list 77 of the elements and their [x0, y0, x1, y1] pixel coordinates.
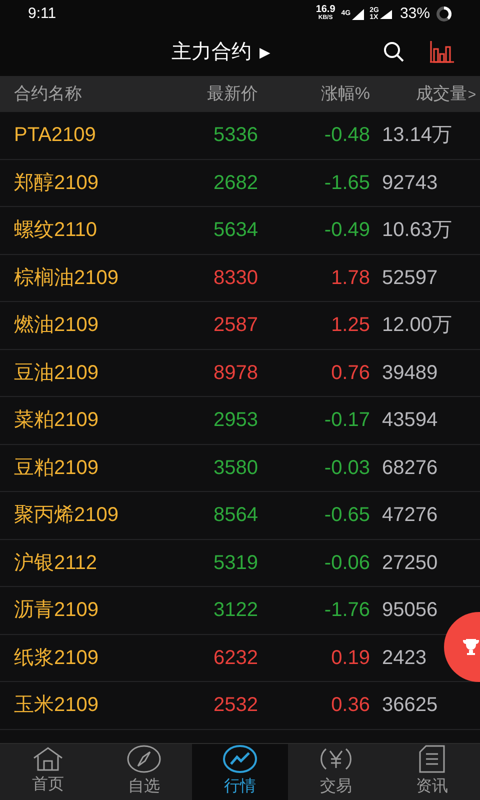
column-header[interactable]: 涨幅% — [320, 84, 370, 104]
column-header[interactable]: 成交量 — [416, 84, 467, 104]
contract-name: 沪银2112 — [14, 552, 98, 574]
volume: 52597 — [382, 266, 438, 289]
latest-price: 8978 — [214, 362, 258, 384]
contract-name: 玉米2109 — [14, 694, 98, 716]
change-percent: 1.25 — [331, 314, 370, 336]
document-icon — [419, 745, 445, 773]
contract-name: 棕榈油2109 — [14, 266, 118, 289]
latest-price: 2682 — [214, 172, 258, 194]
contract-name: 纸浆2109 — [14, 646, 98, 669]
volume: 47276 — [382, 504, 438, 526]
change-percent: -0.17 — [324, 409, 370, 432]
latest-price: 8564 — [214, 504, 258, 526]
change-percent: 0.36 — [331, 694, 370, 716]
page-title[interactable]: 主力合约 — [172, 37, 252, 67]
change-percent: -0.06 — [324, 552, 370, 574]
change-percent: -0.49 — [324, 219, 370, 242]
dropdown-caret[interactable]: ▶ — [260, 42, 270, 62]
network-speed: 16.9 — [316, 6, 336, 14]
volume: 2423 — [382, 646, 426, 669]
volume: 13.14万 — [382, 124, 452, 146]
nav-tab[interactable]: 交易 — [288, 744, 384, 800]
latest-price: 2587 — [214, 314, 258, 336]
latest-price: 8330 — [214, 266, 258, 289]
bar-chart-icon[interactable] — [430, 41, 454, 63]
contract-name: 沥青2109 — [14, 599, 98, 622]
latest-price: 2532 — [214, 694, 258, 716]
change-percent: -1.65 — [324, 172, 370, 194]
change-percent: 0.19 — [331, 646, 370, 669]
more-caret[interactable]: > — [468, 86, 476, 102]
search-icon[interactable] — [382, 40, 406, 64]
contract-name: 聚丙烯2109 — [14, 504, 118, 526]
contract-name: PTA2109 — [14, 124, 96, 146]
nav-tab[interactable]: 自选 — [96, 744, 192, 800]
contract-name: 郑醇2109 — [14, 172, 98, 194]
nav-tab[interactable]: 行情 — [192, 744, 288, 800]
latest-price: 3580 — [214, 456, 258, 479]
column-header: 合约名称 — [14, 84, 82, 104]
latest-price: 2953 — [214, 409, 258, 432]
volume: 10.63万 — [382, 219, 452, 242]
nav-tab[interactable]: 首页 — [0, 744, 96, 800]
volume: 95056 — [382, 599, 438, 622]
latest-price: 3122 — [214, 599, 258, 622]
change-percent: -0.48 — [324, 124, 370, 146]
compass-icon — [127, 745, 161, 773]
home-icon — [33, 747, 63, 771]
change-percent: -0.65 — [324, 504, 370, 526]
status-time: 9:11 — [28, 4, 56, 24]
volume: 68276 — [382, 456, 438, 479]
change-percent: -0.03 — [324, 456, 370, 479]
volume: 27250 — [382, 552, 438, 574]
volume: 39489 — [382, 362, 438, 384]
trophy-icon — [462, 638, 480, 656]
trend-chart-icon — [223, 745, 257, 773]
signal-icon — [380, 10, 392, 18]
nav-tab[interactable]: 资讯 — [384, 744, 480, 800]
battery-ring-icon — [436, 6, 452, 22]
latest-price: 5336 — [214, 124, 258, 146]
contract-name: 燃油2109 — [14, 314, 98, 336]
contract-name: 菜粕2109 — [14, 409, 98, 432]
contract-name: 豆粕2109 — [14, 456, 98, 479]
volume: 36625 — [382, 694, 438, 716]
latest-price: 6232 — [214, 646, 258, 669]
contract-name: 豆油2109 — [14, 362, 98, 384]
contract-name: 螺纹2110 — [14, 219, 98, 242]
volume: 43594 — [382, 409, 438, 432]
volume: 92743 — [382, 172, 438, 194]
battery-percent: 33% — [400, 4, 430, 24]
change-percent: 1.78 — [331, 266, 370, 289]
signal-icon — [352, 8, 364, 20]
latest-price: 5319 — [214, 552, 258, 574]
latest-price: 5634 — [214, 219, 258, 242]
change-percent: 0.76 — [331, 362, 370, 384]
change-percent: -1.76 — [324, 599, 370, 622]
column-header[interactable]: 最新价 — [207, 84, 258, 104]
volume: 12.00万 — [382, 314, 452, 336]
